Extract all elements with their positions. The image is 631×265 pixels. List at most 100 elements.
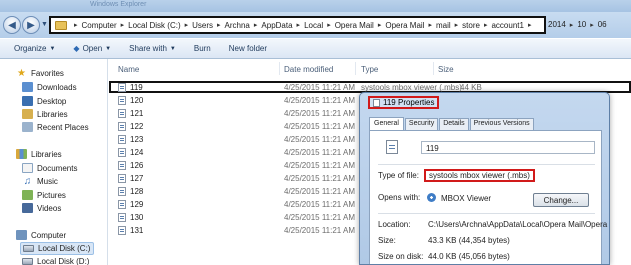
burn-button[interactable]: Burn [194,44,211,53]
nav-local-disk-d-label: Local Disk (D:) [37,257,90,265]
file-date: 4/25/2015 11:21 AM [284,174,356,183]
column-header-name[interactable]: Name [118,65,139,74]
file-name: 127 [130,174,144,183]
chevron-right-icon[interactable]: ▸ [217,21,221,29]
tab-previous-versions[interactable]: Previous Versions [469,118,534,130]
open-label: Open [82,44,103,53]
tab-details[interactable]: Details [439,118,469,130]
nav-local-disk-c[interactable]: Local Disk (C:) [20,242,95,255]
nav-libraries[interactable]: Libraries [16,149,62,159]
opens-with-label: Opens with: [378,193,421,202]
tab-security[interactable]: Security [404,118,439,130]
chevron-right-icon[interactable]: ▸ [327,21,331,29]
chevron-right-icon[interactable]: ▸ [185,21,189,29]
location-value: C:\Users\Archna\AppData\Local\Opera Mail… [428,220,608,229]
breadcrumb-06[interactable]: 06 [598,20,607,29]
size-on-disk-label: Size on disk: [378,252,424,261]
breadcrumb-opera-mail[interactable]: Opera Mail [335,21,374,30]
chevron-right-icon[interactable]: ▸ [428,21,432,29]
breadcrumb-10[interactable]: 10 [577,20,586,29]
file-name: 131 [130,226,144,235]
file-name: 122 [130,122,144,131]
file-icon [373,98,380,107]
chevron-right-icon[interactable]: ▸ [121,21,125,29]
nav-favorites[interactable]: ★ Favorites [16,68,64,79]
chevron-right-icon[interactable]: ▸ [455,21,459,29]
column-header-date[interactable]: Date modified [284,65,333,74]
breadcrumb-store[interactable]: store [462,21,480,30]
file-date: 4/25/2015 11:21 AM [284,161,356,170]
mbox-viewer-icon [427,193,436,202]
new-folder-label: New folder [228,44,268,53]
nav-libraries-fav[interactable]: Libraries [22,109,68,119]
chevron-right-icon[interactable]: ▸ [484,21,488,29]
address-bar[interactable]: ▸ Computer ▸ Local Disk (C:) ▸ Users ▸ A… [49,16,546,34]
breadcrumb-archna[interactable]: Archna [225,21,250,30]
nav-documents[interactable]: Documents [22,163,77,173]
nav-computer[interactable]: Computer [16,230,66,240]
chevron-right-icon[interactable]: ▸ [528,21,532,29]
breadcrumb-local-disk[interactable]: Local Disk (C:) [128,21,180,30]
breadcrumb-2014[interactable]: 2014 [548,20,566,29]
nav-pictures-label: Pictures [37,190,66,200]
disk-drive-icon [22,258,33,265]
computer-icon [16,230,27,240]
location-label: Location: [378,220,411,229]
nav-music[interactable]: ♫ Music [22,176,58,187]
tab-general[interactable]: General [369,117,404,130]
file-name: 126 [130,161,144,170]
size-label: Size: [378,236,396,245]
nav-computer-label: Computer [31,230,67,240]
breadcrumb-appdata[interactable]: AppData [261,21,292,30]
nav-recent-places-label: Recent Places [37,122,89,132]
nav-documents-label: Documents [37,163,78,173]
breadcrumb-local[interactable]: Local [304,21,323,30]
file-size: 44 KB [460,83,482,92]
nav-pictures[interactable]: Pictures [22,190,66,200]
size-on-disk-value: 44.0 KB (45,056 bytes) [428,252,510,261]
nav-desktop[interactable]: Desktop [22,96,66,106]
file-name-field[interactable]: 119 [421,141,595,154]
breadcrumb-computer[interactable]: Computer [82,21,117,30]
chevron-right-icon[interactable]: ▸ [570,22,574,29]
chevron-right-icon[interactable]: ▸ [378,21,382,29]
documents-icon [22,163,33,173]
file-name: 120 [130,96,144,105]
size-value: 43.3 KB (44,354 bytes) [428,236,510,245]
forward-button[interactable]: ▶ [22,16,40,34]
new-folder-button[interactable]: New folder [229,44,267,53]
breadcrumb-account1[interactable]: account1 [491,21,523,30]
file-name: 119 [130,83,143,92]
column-divider[interactable] [279,62,280,75]
chevron-right-icon[interactable]: ▸ [254,21,258,29]
organize-button[interactable]: Organize ▼ [14,44,55,53]
file-icon [386,140,398,154]
back-button[interactable]: ◀ [3,16,21,34]
file-date: 4/25/2015 11:21 AM [284,83,356,92]
share-with-button[interactable]: Share with ▼ [129,44,176,53]
nav-recent-places[interactable]: Recent Places [22,122,89,132]
opens-with-value: MBOX Viewer [427,193,491,203]
chevron-right-icon[interactable]: ▸ [590,22,594,29]
column-header-type[interactable]: Type [361,65,378,74]
column-divider[interactable] [355,62,356,75]
open-button[interactable]: ◆ Open ▼ [73,44,111,53]
file-date: 4/25/2015 11:21 AM [284,187,356,196]
chevron-right-icon[interactable]: ▸ [297,21,301,29]
breadcrumb-opera-mail-2[interactable]: Opera Mail [385,21,424,30]
recent-pages-dropdown-icon[interactable]: ▼ [41,21,48,28]
breadcrumb-mail[interactable]: mail [436,21,451,30]
music-icon: ♫ [23,176,32,187]
nav-downloads[interactable]: Downloads [22,82,77,92]
chevron-right-icon[interactable]: ▸ [74,21,78,29]
nav-local-disk-d[interactable]: Local Disk (D:) [22,257,89,265]
nav-videos[interactable]: Videos [22,203,61,213]
chevron-down-icon: ▼ [49,45,56,52]
dialog-title-text: 119 Properties [383,98,435,107]
column-divider[interactable] [433,62,434,75]
change-button[interactable]: Change... [533,193,589,207]
column-header-size[interactable]: Size [438,65,454,74]
navigation-pane: ★ Favorites Downloads Desktop Libraries R… [0,59,108,265]
type-of-file-value: systools mbox viewer (.mbs) [424,169,535,182]
breadcrumb-users[interactable]: Users [192,21,213,30]
